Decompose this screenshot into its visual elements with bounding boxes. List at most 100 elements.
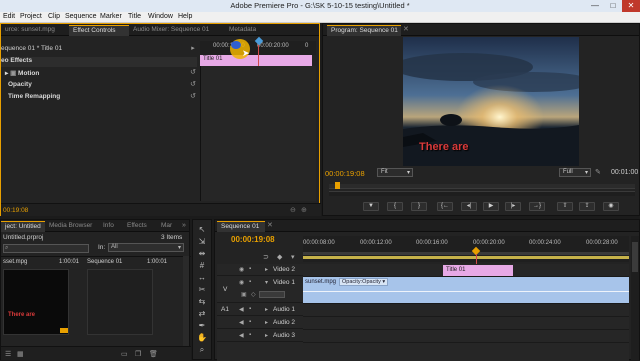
new-bin-icon[interactable]: ▭ <box>121 350 128 358</box>
menu-help[interactable]: Help <box>178 13 192 20</box>
title-clip[interactable]: Title 01 <box>443 265 513 276</box>
reset-icon[interactable]: ↺ <box>189 93 197 101</box>
close-tab-icon[interactable]: ✕ <box>267 221 273 229</box>
timeline-ruler[interactable]: 00:00:08:00 00:00:12:00 00:00:16:00 00:0… <box>303 236 629 262</box>
fit-dropdown[interactable]: Fit ▾ <box>377 168 413 177</box>
track-area[interactable]: Title 01 sunset.mpg Opacity:Opacity ▾ <box>303 264 629 361</box>
expand-arrow-icon[interactable]: ▸ <box>265 266 268 273</box>
video-clip[interactable]: sunset.mpg Opacity:Opacity ▾ <box>303 277 629 303</box>
marker-icon[interactable]: ◆ <box>277 253 282 261</box>
tab-info[interactable]: Info <box>99 221 121 232</box>
ripple-edit-tool-icon[interactable]: ⇹ <box>197 249 207 259</box>
project-thumbnail[interactable] <box>87 269 153 335</box>
zoom-out-icon[interactable]: ⊖ <box>290 206 296 214</box>
keyframe-area[interactable] <box>200 66 316 201</box>
razor-tool-icon[interactable]: ✂ <box>197 285 207 295</box>
menu-sequence[interactable]: Sequence <box>65 13 97 20</box>
rolling-edit-tool-icon[interactable]: # <box>197 261 207 271</box>
zoom-scroll-bar[interactable] <box>329 191 635 196</box>
eye-icon[interactable]: ◉ <box>239 279 244 286</box>
timeline-timecode[interactable]: 00:00:19:08 <box>231 235 275 244</box>
menu-marker[interactable]: Marker <box>100 13 122 20</box>
project-item-name[interactable]: sset.mpg <box>3 259 27 265</box>
track-target-label[interactable]: A1 <box>221 306 229 313</box>
go-to-out-button[interactable]: →} <box>529 202 545 211</box>
close-tab-icon[interactable]: ✕ <box>403 25 409 33</box>
project-thumbnail[interactable]: There are <box>3 269 69 335</box>
menu-project[interactable]: Project <box>20 13 42 20</box>
track-target-label[interactable]: V <box>223 286 227 293</box>
menu-clip[interactable]: Clip <box>48 13 60 20</box>
step-forward-button[interactable]: |▸ <box>505 202 521 211</box>
new-item-icon[interactable]: ❐ <box>135 350 141 358</box>
effect-timecode[interactable]: 00:19:08 <box>3 207 28 214</box>
speaker-icon[interactable]: ◀ <box>239 319 244 326</box>
expand-arrow-icon[interactable]: ▾ <box>265 279 268 286</box>
tab-audio-mixer[interactable]: Audio Mixer: Sequence 01 <box>129 25 225 36</box>
export-frame-button[interactable]: ◉ <box>603 202 619 211</box>
opacity-rubber-band[interactable] <box>303 291 629 292</box>
list-view-icon[interactable]: ☰ <box>5 350 11 358</box>
scrubber-playhead-icon[interactable] <box>335 182 340 189</box>
keyframe-nav[interactable] <box>259 291 285 298</box>
opacity-dropdown[interactable]: Opacity:Opacity ▾ <box>339 278 389 286</box>
extract-button[interactable]: ⇪ <box>579 202 595 211</box>
track-select-tool-icon[interactable]: ⇲ <box>197 237 207 247</box>
program-scrubber[interactable] <box>329 184 635 189</box>
track-header-video2[interactable]: ◉ ▪ ▸ Video 2 <box>217 264 303 276</box>
work-area-bar[interactable] <box>303 252 629 255</box>
timeline-scrollbar[interactable] <box>631 236 639 360</box>
play-triangle-icon[interactable]: ▸ <box>189 45 197 53</box>
add-marker-icon[interactable]: ▾ <box>291 253 295 261</box>
delete-icon[interactable]: 🗑 <box>149 350 158 358</box>
hand-tool-icon[interactable]: ✋ <box>197 333 207 343</box>
resolution-dropdown[interactable]: Full ▾ <box>559 168 591 177</box>
in-filter-dropdown[interactable]: All ▾ <box>108 243 184 252</box>
project-scrollbar[interactable] <box>183 256 189 356</box>
zoom-in-icon[interactable]: ⊕ <box>301 206 307 214</box>
tab-source[interactable]: urce: sunset.mpg <box>1 25 69 36</box>
lock-icon[interactable]: ▪ <box>249 319 251 325</box>
speaker-icon[interactable]: ◀ <box>239 306 244 313</box>
tab-media-browser[interactable]: Media Browser <box>45 221 97 232</box>
expand-arrow-icon[interactable]: ▸ <box>265 319 268 326</box>
speaker-icon[interactable]: ◀ <box>239 332 244 339</box>
menu-title[interactable]: Title <box>128 13 141 20</box>
project-search-input[interactable]: ⌕ <box>3 244 89 253</box>
project-item-name[interactable]: Sequence 01 <box>87 259 122 265</box>
slip-tool-icon[interactable]: ⇆ <box>197 297 207 307</box>
track-header-video1[interactable]: V ◉ ▪ ▾ Video 1 ▣ ◇ <box>217 277 303 303</box>
reset-icon[interactable]: ↺ <box>189 81 197 89</box>
tab-project[interactable]: ject: Untitled <box>1 221 45 232</box>
lock-icon[interactable]: ▪ <box>249 332 251 338</box>
lock-icon[interactable]: ▪ <box>249 266 251 272</box>
snap-icon[interactable]: ⊃ <box>263 253 269 261</box>
pen-tool-icon[interactable]: ✒ <box>197 321 207 331</box>
expand-arrow-icon[interactable]: ▸ <box>265 332 268 339</box>
tab-sequence-01[interactable]: Sequence 01 <box>217 221 265 232</box>
mark-in-button[interactable]: { <box>387 202 403 211</box>
tab-effect-controls[interactable]: Effect Controls <box>69 25 129 36</box>
mark-out-button[interactable]: } <box>411 202 427 211</box>
track-header-audio2[interactable]: ◀ ▪ ▸ Audio 2 <box>217 317 303 329</box>
lock-icon[interactable]: ▪ <box>249 279 251 285</box>
tab-program[interactable]: Program: Sequence 01 <box>327 25 401 36</box>
maximize-button[interactable]: □ <box>604 0 622 12</box>
selection-tool-icon[interactable]: ↖ <box>197 225 207 235</box>
menu-edit[interactable]: Edit <box>3 13 15 20</box>
scrollbar-thumb[interactable] <box>632 242 638 272</box>
rate-stretch-tool-icon[interactable]: ↔ <box>197 273 207 283</box>
panel-overflow-icon[interactable]: » <box>182 222 186 229</box>
icon-view-icon[interactable]: ▦ <box>17 350 24 358</box>
step-back-button[interactable]: ◂| <box>461 202 477 211</box>
track-header-audio1[interactable]: A1 ◀ ▪ ▸ Audio 1 <box>217 304 303 316</box>
effect-motion-row[interactable]: ▸ ▣ Motion <box>5 69 39 79</box>
go-to-in-button[interactable]: {← <box>437 202 453 211</box>
expand-arrow-icon[interactable]: ▸ <box>5 70 8 77</box>
eye-icon[interactable]: ◉ <box>239 266 244 273</box>
effect-time-remapping-label[interactable]: Time Remapping <box>8 93 60 103</box>
tab-metadata[interactable]: Metadata <box>225 25 275 36</box>
tab-effects[interactable]: Effects <box>123 221 155 232</box>
keyframe-toggle-icon[interactable]: ▣ <box>241 291 247 298</box>
add-marker-button[interactable]: ▼ <box>363 202 379 211</box>
